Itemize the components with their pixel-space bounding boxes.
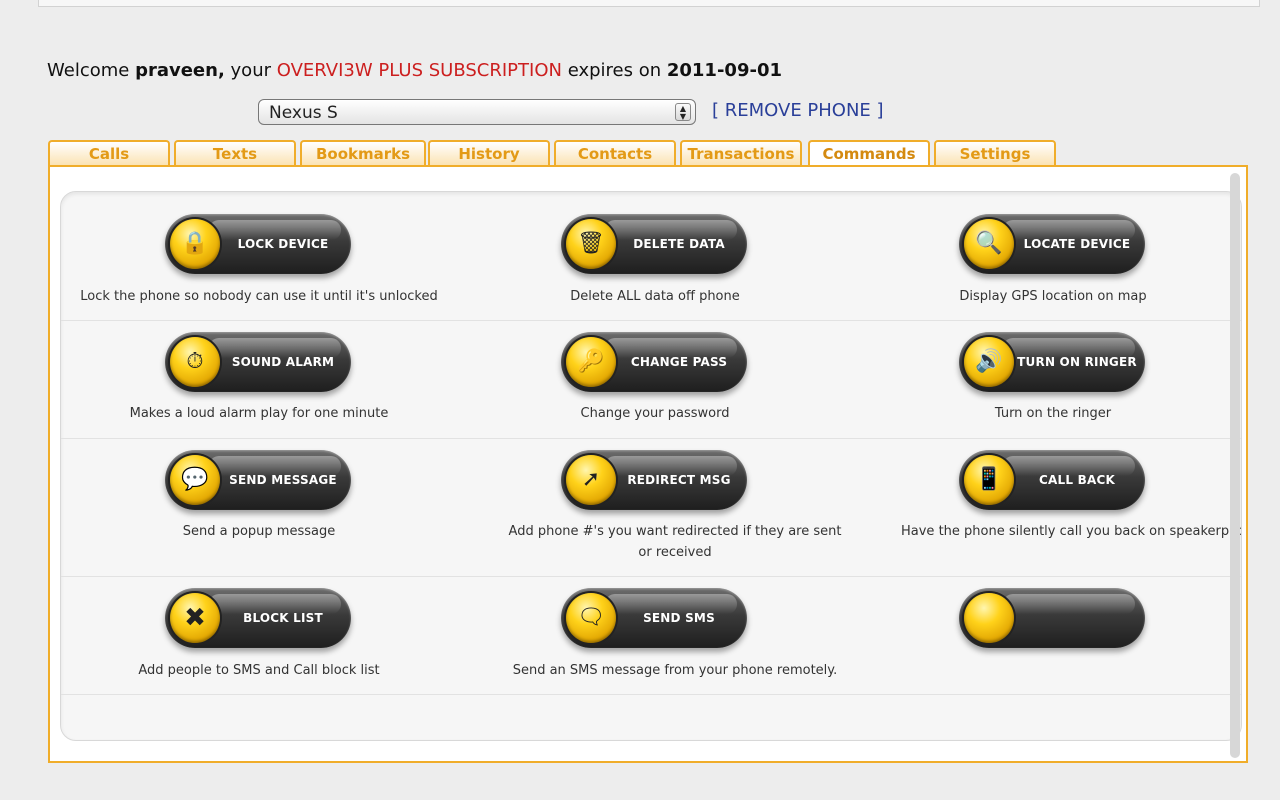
lock-device-button[interactable]: 🔒 LOCK DEVICE — [165, 214, 351, 274]
key-icon: 🔑 — [566, 337, 616, 387]
lock-icon: 🔒 — [170, 219, 220, 269]
remove-phone-link[interactable]: [ REMOVE PHONE ] — [712, 100, 884, 121]
tab-bar: Calls Texts Bookmarks History Contacts T… — [48, 140, 1068, 168]
redirect-msg-label: REDIRECT MSG — [627, 473, 731, 487]
trash-icon: 🗑 — [566, 219, 616, 269]
redirect-msg-desc: Add phone #'s you want redirected if the… — [508, 524, 842, 560]
change-pass-desc: Change your password — [580, 406, 730, 421]
browser-top-strip — [38, 0, 1260, 7]
sms-bubble-icon: 🗨 — [566, 593, 616, 643]
lock-device-desc: Lock the phone so nobody can use it unti… — [80, 289, 438, 304]
arrow-icon: ➚ — [566, 455, 616, 505]
welcome-your: your — [230, 60, 272, 81]
blank-icon — [964, 593, 1014, 643]
tab-bookmarks[interactable]: Bookmarks — [300, 140, 426, 165]
turn-on-ringer-desc: Turn on the ringer — [994, 406, 1112, 421]
commands-panel: 🔒 LOCK DEVICE Lock the phone so nobody c… — [48, 165, 1248, 763]
change-pass-button[interactable]: 🔑 CHANGE PASS — [561, 332, 747, 392]
locate-device-button[interactable]: 🔍 LOCATE DEVICE — [959, 214, 1145, 274]
username: praveen, — [135, 60, 225, 81]
send-sms-desc: Send an SMS message from your phone remo… — [512, 663, 838, 678]
phone-select-value: Nexus S — [269, 103, 338, 123]
expiry-date: 2011-09-01 — [666, 60, 782, 81]
x-icon: ✖ — [170, 593, 220, 643]
block-list-label: BLOCK LIST — [243, 611, 323, 625]
select-arrows-icon: ▲ ▼ — [675, 103, 691, 121]
delete-data-label: DELETE DATA — [633, 237, 725, 251]
phone-icon: 📱 — [964, 455, 1014, 505]
speaker-icon: 🔊 — [964, 337, 1014, 387]
expires-text: expires on — [567, 60, 662, 81]
sound-alarm-label: SOUND ALARM — [231, 355, 335, 369]
sound-alarm-desc: Makes a loud alarm play for one minute — [129, 406, 389, 421]
vertical-scrollbar[interactable] — [1230, 173, 1240, 758]
delete-data-button[interactable]: 🗑 DELETE DATA — [561, 214, 747, 274]
call-back-button[interactable]: 📱 CALL BACK — [959, 450, 1145, 510]
welcome-message: Welcome praveen, your OVERVI3W PLUS SUBS… — [47, 60, 782, 81]
send-message-label: SEND MESSAGE — [229, 473, 337, 487]
redirect-msg-button[interactable]: ➚ REDIRECT MSG — [561, 450, 747, 510]
blank-command-button[interactable] — [959, 588, 1145, 648]
command-row: ⏱ SOUND ALARM Makes a loud alarm play fo… — [61, 320, 1241, 439]
magnifier-icon: 🔍 — [964, 219, 1014, 269]
sound-alarm-button[interactable]: ⏱ SOUND ALARM — [165, 332, 351, 392]
send-sms-button[interactable]: 🗨 SEND SMS — [561, 588, 747, 648]
command-row: ✖ BLOCK LIST Add people to SMS and Call … — [61, 576, 1241, 695]
commands-grid: 🔒 LOCK DEVICE Lock the phone so nobody c… — [60, 191, 1242, 741]
tab-texts[interactable]: Texts — [174, 140, 296, 165]
clock-icon: ⏱ — [170, 337, 220, 387]
tab-history[interactable]: History — [428, 140, 550, 165]
send-message-desc: Send a popup message — [182, 524, 336, 539]
send-sms-label: SEND SMS — [643, 611, 715, 625]
blank-command-label — [1017, 588, 1137, 648]
command-row: 💬 SEND MESSAGE Send a popup message ➚ RE… — [61, 438, 1241, 577]
turn-on-ringer-button[interactable]: 🔊 TURN ON RINGER — [959, 332, 1145, 392]
tab-contacts[interactable]: Contacts — [554, 140, 676, 165]
lock-device-label: LOCK DEVICE — [237, 237, 329, 251]
phone-select[interactable]: Nexus S ▲ ▼ — [258, 99, 696, 125]
change-pass-label: CHANGE PASS — [630, 355, 728, 369]
locate-device-desc: Display GPS location on map — [959, 289, 1147, 304]
speech-bubble-icon: 💬 — [170, 455, 220, 505]
subscription-name[interactable]: OVERVI3W PLUS SUBSCRIPTION — [277, 60, 562, 81]
tab-transactions[interactable]: Transactions — [680, 140, 802, 165]
tab-calls[interactable]: Calls — [48, 140, 170, 165]
delete-data-desc: Delete ALL data off phone — [570, 289, 740, 304]
send-message-button[interactable]: 💬 SEND MESSAGE — [165, 450, 351, 510]
turn-on-ringer-label: TURN ON RINGER — [1017, 355, 1137, 369]
call-back-label: CALL BACK — [1039, 473, 1115, 487]
block-list-desc: Add people to SMS and Call block list — [138, 663, 380, 678]
command-row: 🔒 LOCK DEVICE Lock the phone so nobody c… — [61, 192, 1241, 321]
block-list-button[interactable]: ✖ BLOCK LIST — [165, 588, 351, 648]
call-back-desc: Have the phone silently call you back on… — [901, 524, 1241, 539]
tab-settings[interactable]: Settings — [934, 140, 1056, 165]
tab-commands[interactable]: Commands — [808, 140, 930, 168]
welcome-prefix: Welcome — [47, 60, 130, 81]
locate-device-label: LOCATE DEVICE — [1023, 237, 1131, 251]
